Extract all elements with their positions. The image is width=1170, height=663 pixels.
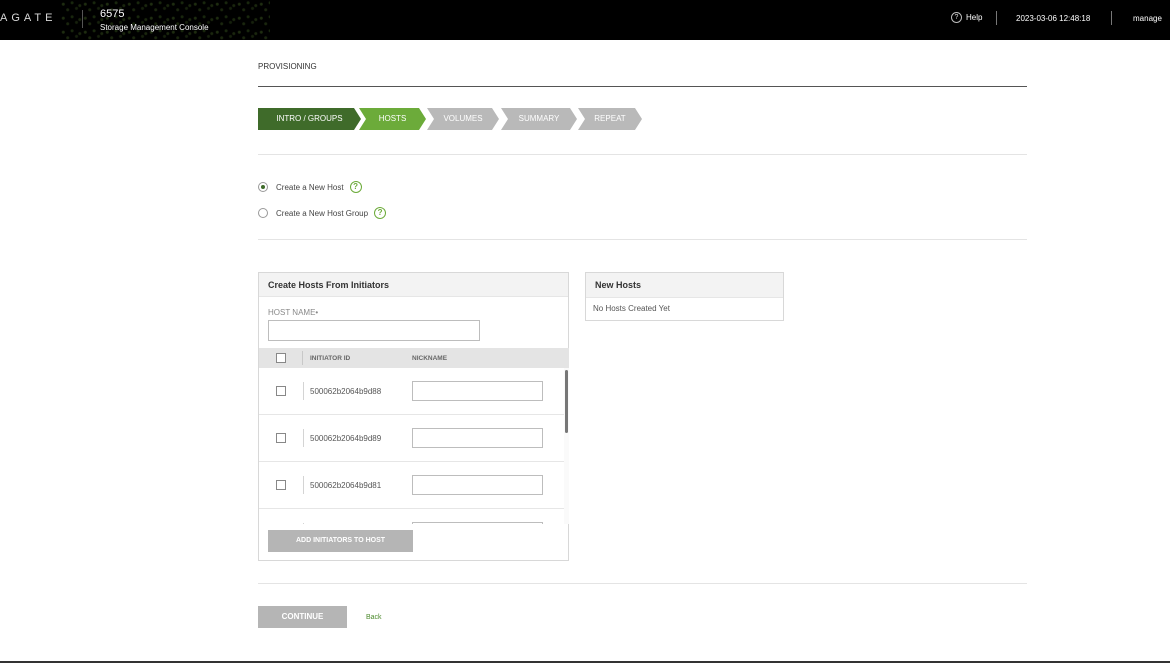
help-label: Help	[966, 13, 983, 22]
add-initiators-button[interactable]: ADD INITIATORS TO HOST	[268, 530, 413, 552]
table-row: 500062b2064b9d88	[259, 368, 564, 415]
new-hosts-panel: New Hosts No Hosts Created Yet	[585, 272, 784, 321]
question-icon[interactable]: ?	[374, 207, 387, 219]
wizard-step-volumes[interactable]: VOLUMES	[427, 108, 499, 130]
user-menu[interactable]: manage	[1133, 14, 1162, 23]
wizard-step-intro-groups[interactable]: INTRO / GROUPS	[258, 108, 361, 130]
host-name-input[interactable]	[268, 320, 480, 341]
system-model: 6575	[100, 8, 125, 20]
wizard-step-summary[interactable]: SUMMARY	[501, 108, 577, 130]
create-hosts-panel: Create Hosts From Initiators HOST NAME• …	[258, 272, 569, 561]
brand-divider	[82, 10, 83, 28]
scrollbar-thumb[interactable]	[565, 370, 568, 433]
radio-create-host-group[interactable]	[258, 208, 268, 218]
initiator-table-header: INITIATOR ID NICKNAME	[259, 348, 569, 368]
option-label: Create a New Host Group	[276, 208, 369, 218]
option-create-new-host-group[interactable]: Create a New Host Group ?	[258, 207, 387, 219]
column-divider	[303, 476, 304, 494]
panel-title: New Hosts	[586, 273, 783, 298]
column-initiator-id: INITIATOR ID	[310, 355, 351, 362]
header-pattern	[60, 0, 270, 40]
column-divider	[303, 523, 304, 524]
section-divider	[258, 583, 1027, 584]
radio-create-host[interactable]	[258, 182, 268, 192]
column-divider	[303, 382, 304, 400]
column-divider	[303, 429, 304, 447]
nickname-input[interactable]	[412, 475, 543, 495]
top-bar: AGATE 6575 Storage Management Console ? …	[0, 0, 1170, 40]
brand-logo: AGATE	[0, 12, 57, 24]
panel-title: Create Hosts From Initiators	[259, 273, 568, 297]
header-divider	[996, 11, 997, 25]
host-name-label: HOST NAME•	[268, 308, 319, 317]
nickname-input[interactable]	[412, 522, 543, 524]
section-divider	[258, 239, 1027, 240]
row-checkbox[interactable]	[276, 386, 286, 396]
back-link[interactable]: Back	[366, 614, 382, 621]
continue-button[interactable]: CONTINUE	[258, 606, 347, 628]
header-divider	[1111, 11, 1112, 25]
page-title: PROVISIONING	[258, 62, 317, 71]
table-row	[259, 509, 564, 524]
initiator-id: 500062b2064b9d89	[310, 434, 382, 443]
option-create-new-host[interactable]: Create a New Host ?	[258, 181, 362, 193]
wizard-step-hosts[interactable]: HOSTS	[359, 108, 426, 130]
column-divider	[302, 351, 303, 365]
system-datetime: 2023-03-06 12:48:18	[1016, 14, 1091, 23]
table-row: 500062b2064b9d81	[259, 462, 564, 509]
initiator-table-body[interactable]: 500062b2064b9d88 500062b2064b9d89 500062…	[259, 368, 569, 524]
nickname-input[interactable]	[412, 381, 543, 401]
option-label: Create a New Host	[276, 182, 344, 192]
help-link[interactable]: ? Help	[951, 12, 982, 23]
question-icon[interactable]: ?	[349, 181, 362, 193]
column-nickname: NICKNAME	[412, 355, 448, 362]
row-checkbox[interactable]	[276, 480, 286, 490]
table-row: 500062b2064b9d89	[259, 415, 564, 462]
initiator-id: 500062b2064b9d81	[310, 481, 382, 490]
empty-message: No Hosts Created Yet	[593, 304, 670, 313]
nickname-input[interactable]	[412, 428, 543, 448]
section-divider	[258, 154, 1027, 155]
wizard-step-repeat[interactable]: REPEAT	[578, 108, 642, 130]
initiator-id: 500062b2064b9d88	[310, 387, 382, 396]
console-name: Storage Management Console	[100, 23, 209, 32]
title-divider	[258, 86, 1027, 87]
select-all-checkbox[interactable]	[276, 353, 286, 363]
help-icon: ?	[951, 12, 962, 23]
row-checkbox[interactable]	[276, 433, 286, 443]
